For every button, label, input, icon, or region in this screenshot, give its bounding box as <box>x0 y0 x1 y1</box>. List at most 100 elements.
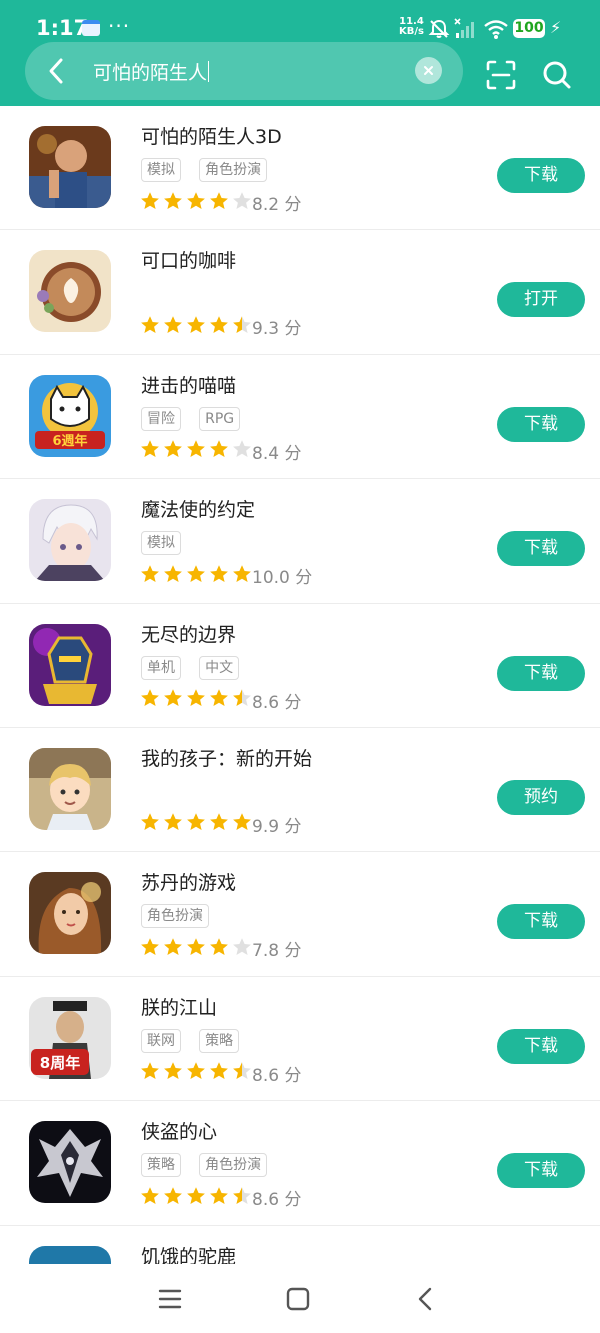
search-results-list: 可怕的陌生人3D 模拟 角色扮演 8.2 分 下载 可口的咖啡 9.3 分 打开 <box>0 106 600 1226</box>
star-full-icon <box>164 191 182 209</box>
reserve-button[interactable]: 预约 <box>497 779 585 815</box>
app-icon-my-child[interactable] <box>29 747 111 830</box>
open-button[interactable]: 打开 <box>497 282 585 318</box>
app-tags: 角色扮演 <box>141 904 222 929</box>
app-result-item[interactable]: 可口的咖啡 9.3 分 打开 <box>0 230 600 355</box>
star-full-icon <box>187 440 205 458</box>
app-result-item[interactable]: 侠盗的心 策略 角色扮演 8.6 分 下载 <box>0 1101 600 1226</box>
search-bar[interactable] <box>25 42 463 100</box>
app-icon-sultan[interactable] <box>29 872 111 955</box>
star-full-icon <box>141 316 159 333</box>
star-full-icon <box>164 938 182 955</box>
download-button[interactable]: 下载 <box>497 1153 585 1189</box>
app-icon-stranger[interactable] <box>29 126 111 208</box>
star-rating <box>140 439 255 460</box>
system-nav-bar <box>0 1264 600 1333</box>
search-icon[interactable] <box>541 59 573 91</box>
star-full-icon <box>233 813 251 831</box>
app-result-item[interactable]: 苏丹的游戏 角色扮演 7.8 分 下载 <box>0 852 600 977</box>
app-icon-rogue-heart[interactable] <box>29 1121 111 1204</box>
app-tags: 冒险 RPG <box>141 406 253 431</box>
app-score: 9.9 分 <box>252 816 302 837</box>
star-rating <box>140 1061 255 1082</box>
app-icon-moose[interactable] <box>29 1246 111 1264</box>
app-icon-endless-border[interactable] <box>29 623 111 706</box>
star-full-icon <box>164 440 182 458</box>
star-full-icon <box>233 564 251 582</box>
app-icon-cat[interactable]: 6週年 <box>29 374 111 457</box>
header-bar: 1:17 ··· 11.4 KB/s 100 ⚡ 可怕的陌生人 <box>0 0 600 106</box>
star-full-icon <box>164 813 182 831</box>
star-empty-icon <box>233 191 251 209</box>
scan-icon[interactable] <box>485 59 517 91</box>
nav-back-icon[interactable] <box>411 1284 441 1314</box>
app-title: 无尽的边界 <box>141 623 237 646</box>
download-button[interactable]: 下载 <box>497 406 585 442</box>
download-button[interactable]: 下载 <box>497 655 585 691</box>
star-rating <box>140 688 255 709</box>
app-tags: 联网 策略 <box>141 1028 252 1053</box>
star-rating <box>140 936 255 957</box>
wifi-icon <box>484 20 508 39</box>
more-notifications-icon: ··· <box>108 14 131 38</box>
star-full-icon <box>141 689 159 707</box>
download-button[interactable]: 下载 <box>497 158 585 193</box>
app-score: 10.0 分 <box>252 568 313 589</box>
star-full-icon <box>187 689 205 707</box>
app-score: 8.4 分 <box>252 443 302 464</box>
app-result-item[interactable]: 可怕的陌生人3D 模拟 角色扮演 8.2 分 下载 <box>0 106 600 231</box>
download-button[interactable]: 下载 <box>497 531 585 567</box>
menu-icon[interactable] <box>155 1284 185 1314</box>
app-tag: 策略 <box>141 1153 181 1178</box>
download-button[interactable]: 下载 <box>497 904 585 940</box>
battery-level: 100 <box>513 19 545 38</box>
app-result-item[interactable]: 魔法使的约定 模拟 10.0 分 下载 <box>0 479 600 604</box>
app-result-item-partial[interactable]: 饥饿的驼鹿 <box>0 1226 600 1264</box>
star-rating <box>140 190 255 211</box>
app-tag: 模拟 <box>141 158 181 182</box>
star-full-icon <box>141 440 159 458</box>
star-half-icon <box>233 316 251 333</box>
status-time: 1:17 <box>36 16 89 40</box>
app-tags: 单机 中文 <box>141 655 252 680</box>
app-result-item[interactable]: 无尽的边界 单机 中文 8.6 分 下载 <box>0 604 600 728</box>
cellular-signal-icon <box>454 18 474 38</box>
star-full-icon <box>164 1186 182 1204</box>
app-title: 魔法使的约定 <box>141 499 256 522</box>
app-tag: 角色扮演 <box>199 1153 268 1178</box>
star-full-icon <box>141 938 159 955</box>
clear-search-icon[interactable] <box>415 57 442 84</box>
star-empty-icon <box>233 938 251 955</box>
star-full-icon <box>164 1062 182 1080</box>
app-icon-wizard[interactable] <box>29 499 111 582</box>
search-input[interactable]: 可怕的陌生人 <box>93 58 210 85</box>
star-rating <box>140 563 255 584</box>
app-title: 可怕的陌生人3D <box>141 126 282 148</box>
charging-icon: ⚡ <box>550 18 562 37</box>
star-full-icon <box>187 316 205 333</box>
app-tags: 模拟 <box>141 531 194 556</box>
star-full-icon <box>210 689 228 707</box>
app-icon-coffee[interactable] <box>29 250 111 333</box>
app-result-item[interactable]: 我的孩子：新的开始 9.9 分 预约 <box>0 728 600 853</box>
star-full-icon <box>187 191 205 209</box>
app-result-item[interactable]: 8周年 朕的江山 联网 策略 8.6 分 下载 <box>0 977 600 1102</box>
star-full-icon <box>210 1186 228 1204</box>
star-full-icon <box>141 191 159 209</box>
star-full-icon <box>141 564 159 582</box>
star-full-icon <box>210 440 228 458</box>
back-arrow-icon[interactable] <box>40 54 72 88</box>
search-query: 可怕的陌生人 <box>93 62 208 84</box>
app-title: 进击的喵喵 <box>141 374 237 397</box>
download-button[interactable]: 下载 <box>497 1028 585 1064</box>
text-cursor <box>208 61 210 82</box>
star-full-icon <box>187 938 205 955</box>
bell-muted-icon <box>428 19 450 38</box>
star-full-icon <box>187 564 205 582</box>
app-score: 8.2 分 <box>252 195 302 215</box>
home-icon[interactable] <box>283 1284 313 1314</box>
app-icon-emperor[interactable]: 8周年 <box>29 996 111 1079</box>
star-rating <box>140 1185 255 1206</box>
app-result-item[interactable]: 6週年 进击的喵喵 冒险 RPG 8.4 分 下载 <box>0 355 600 480</box>
star-full-icon <box>187 1186 205 1204</box>
